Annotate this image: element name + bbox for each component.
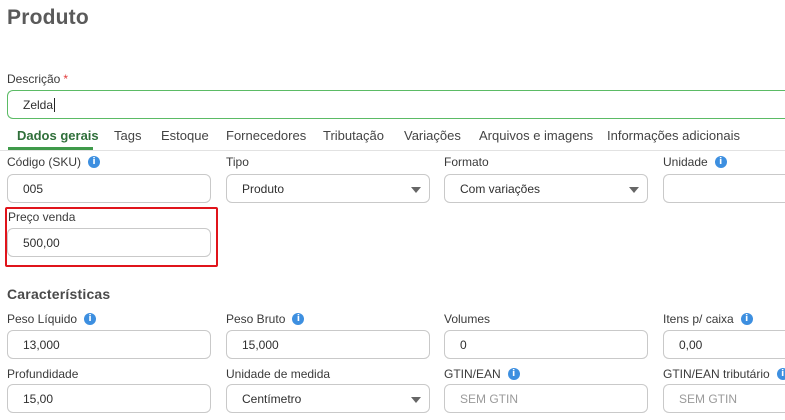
volumes-input[interactable]: 0	[444, 330, 648, 359]
descricao-value: Zelda	[23, 97, 54, 112]
text-cursor	[54, 97, 56, 112]
info-icon[interactable]: i	[88, 156, 101, 168]
peso-bruto-input[interactable]: 15,000	[226, 330, 430, 359]
tipo-value: Produto	[242, 181, 285, 196]
volumes-label: Volumes	[444, 312, 491, 326]
peso-liquido-value: 13,000	[23, 337, 60, 352]
codigo-value: 005	[23, 181, 44, 196]
info-icon[interactable]: i	[714, 156, 727, 168]
gtin-input[interactable]: SEM GTIN	[444, 384, 648, 413]
peso-liquido-input[interactable]: 13,000	[7, 330, 211, 359]
tab-estoque[interactable]: Estoque	[161, 128, 209, 143]
peso-bruto-label: Peso Bruto i	[226, 312, 305, 326]
gtin-label-text: GTIN/EAN	[444, 367, 501, 381]
peso-liquido-label: Peso Líquido i	[7, 312, 97, 326]
info-icon[interactable]: i	[84, 313, 97, 325]
chevron-down-icon	[411, 397, 421, 403]
descricao-label-text: Descrição	[7, 72, 61, 86]
tipo-select[interactable]: Produto	[226, 174, 430, 203]
gtin-tributario-placeholder: SEM GTIN	[679, 391, 738, 406]
profundidade-input[interactable]: 15,00	[7, 384, 211, 413]
unidade-input[interactable]	[663, 174, 785, 203]
unidade-medida-value: Centímetro	[242, 391, 302, 406]
itens-caixa-label-text: Itens p/ caixa	[663, 312, 734, 326]
unidade-medida-select[interactable]: Centímetro	[226, 384, 430, 413]
highlight-box	[5, 207, 218, 267]
codigo-label-text: Código (SKU)	[7, 155, 82, 169]
peso-liquido-label-text: Peso Líquido	[7, 312, 78, 326]
itens-caixa-input[interactable]: 0,00	[663, 330, 785, 359]
section-title-caracteristicas: Características	[7, 286, 111, 302]
gtin-placeholder: SEM GTIN	[460, 391, 519, 406]
tab-tributacao[interactable]: Tributação	[323, 128, 384, 143]
tab-tags[interactable]: Tags	[114, 128, 141, 143]
tab-dados-gerais[interactable]: Dados gerais	[17, 128, 99, 143]
chevron-down-icon	[411, 187, 421, 193]
unidade-label: Unidade i	[663, 155, 727, 169]
codigo-input[interactable]: 005	[7, 174, 211, 203]
gtin-tributario-input[interactable]: SEM GTIN	[663, 384, 785, 413]
tab-arquivos-imagens[interactable]: Arquivos e imagens	[479, 128, 593, 143]
formato-label: Formato	[444, 155, 489, 169]
tab-bar: Dados gerais Tags Estoque Fornecedores T…	[0, 128, 785, 151]
info-icon[interactable]: i	[292, 313, 305, 325]
profundidade-value: 15,00	[23, 391, 54, 406]
chevron-down-icon	[629, 187, 639, 193]
peso-bruto-value: 15,000	[242, 337, 279, 352]
gtin-label: GTIN/EAN i	[444, 367, 520, 381]
info-icon[interactable]: i	[776, 368, 785, 380]
descricao-label: Descrição *	[7, 72, 68, 86]
gtin-tributario-label-text: GTIN/EAN tributário	[663, 367, 770, 381]
profundidade-label: Profundidade	[7, 367, 79, 381]
descricao-input[interactable]: Zelda	[7, 90, 785, 119]
itens-caixa-label: Itens p/ caixa i	[663, 312, 753, 326]
tab-variacoes[interactable]: Variações	[404, 128, 461, 143]
gtin-tributario-label: GTIN/EAN tributário i	[663, 367, 785, 381]
unidade-medida-label: Unidade de medida	[226, 367, 331, 381]
peso-bruto-label-text: Peso Bruto	[226, 312, 286, 326]
formato-select[interactable]: Com variações	[444, 174, 648, 203]
info-icon[interactable]: i	[507, 368, 520, 380]
tab-fornecedores[interactable]: Fornecedores	[226, 128, 306, 143]
formato-value: Com variações	[460, 181, 541, 196]
active-tab-indicator	[8, 147, 93, 150]
codigo-label: Código (SKU) i	[7, 155, 101, 169]
tab-informacoes-adicionais[interactable]: Informações adicionais	[607, 128, 740, 143]
itens-caixa-value: 0,00	[679, 337, 703, 352]
unidade-label-text: Unidade	[663, 155, 708, 169]
tipo-label: Tipo	[226, 155, 249, 169]
info-icon[interactable]: i	[740, 313, 753, 325]
volumes-value: 0	[460, 337, 467, 352]
required-mark: *	[63, 72, 69, 86]
page-title: Produto	[7, 6, 89, 29]
